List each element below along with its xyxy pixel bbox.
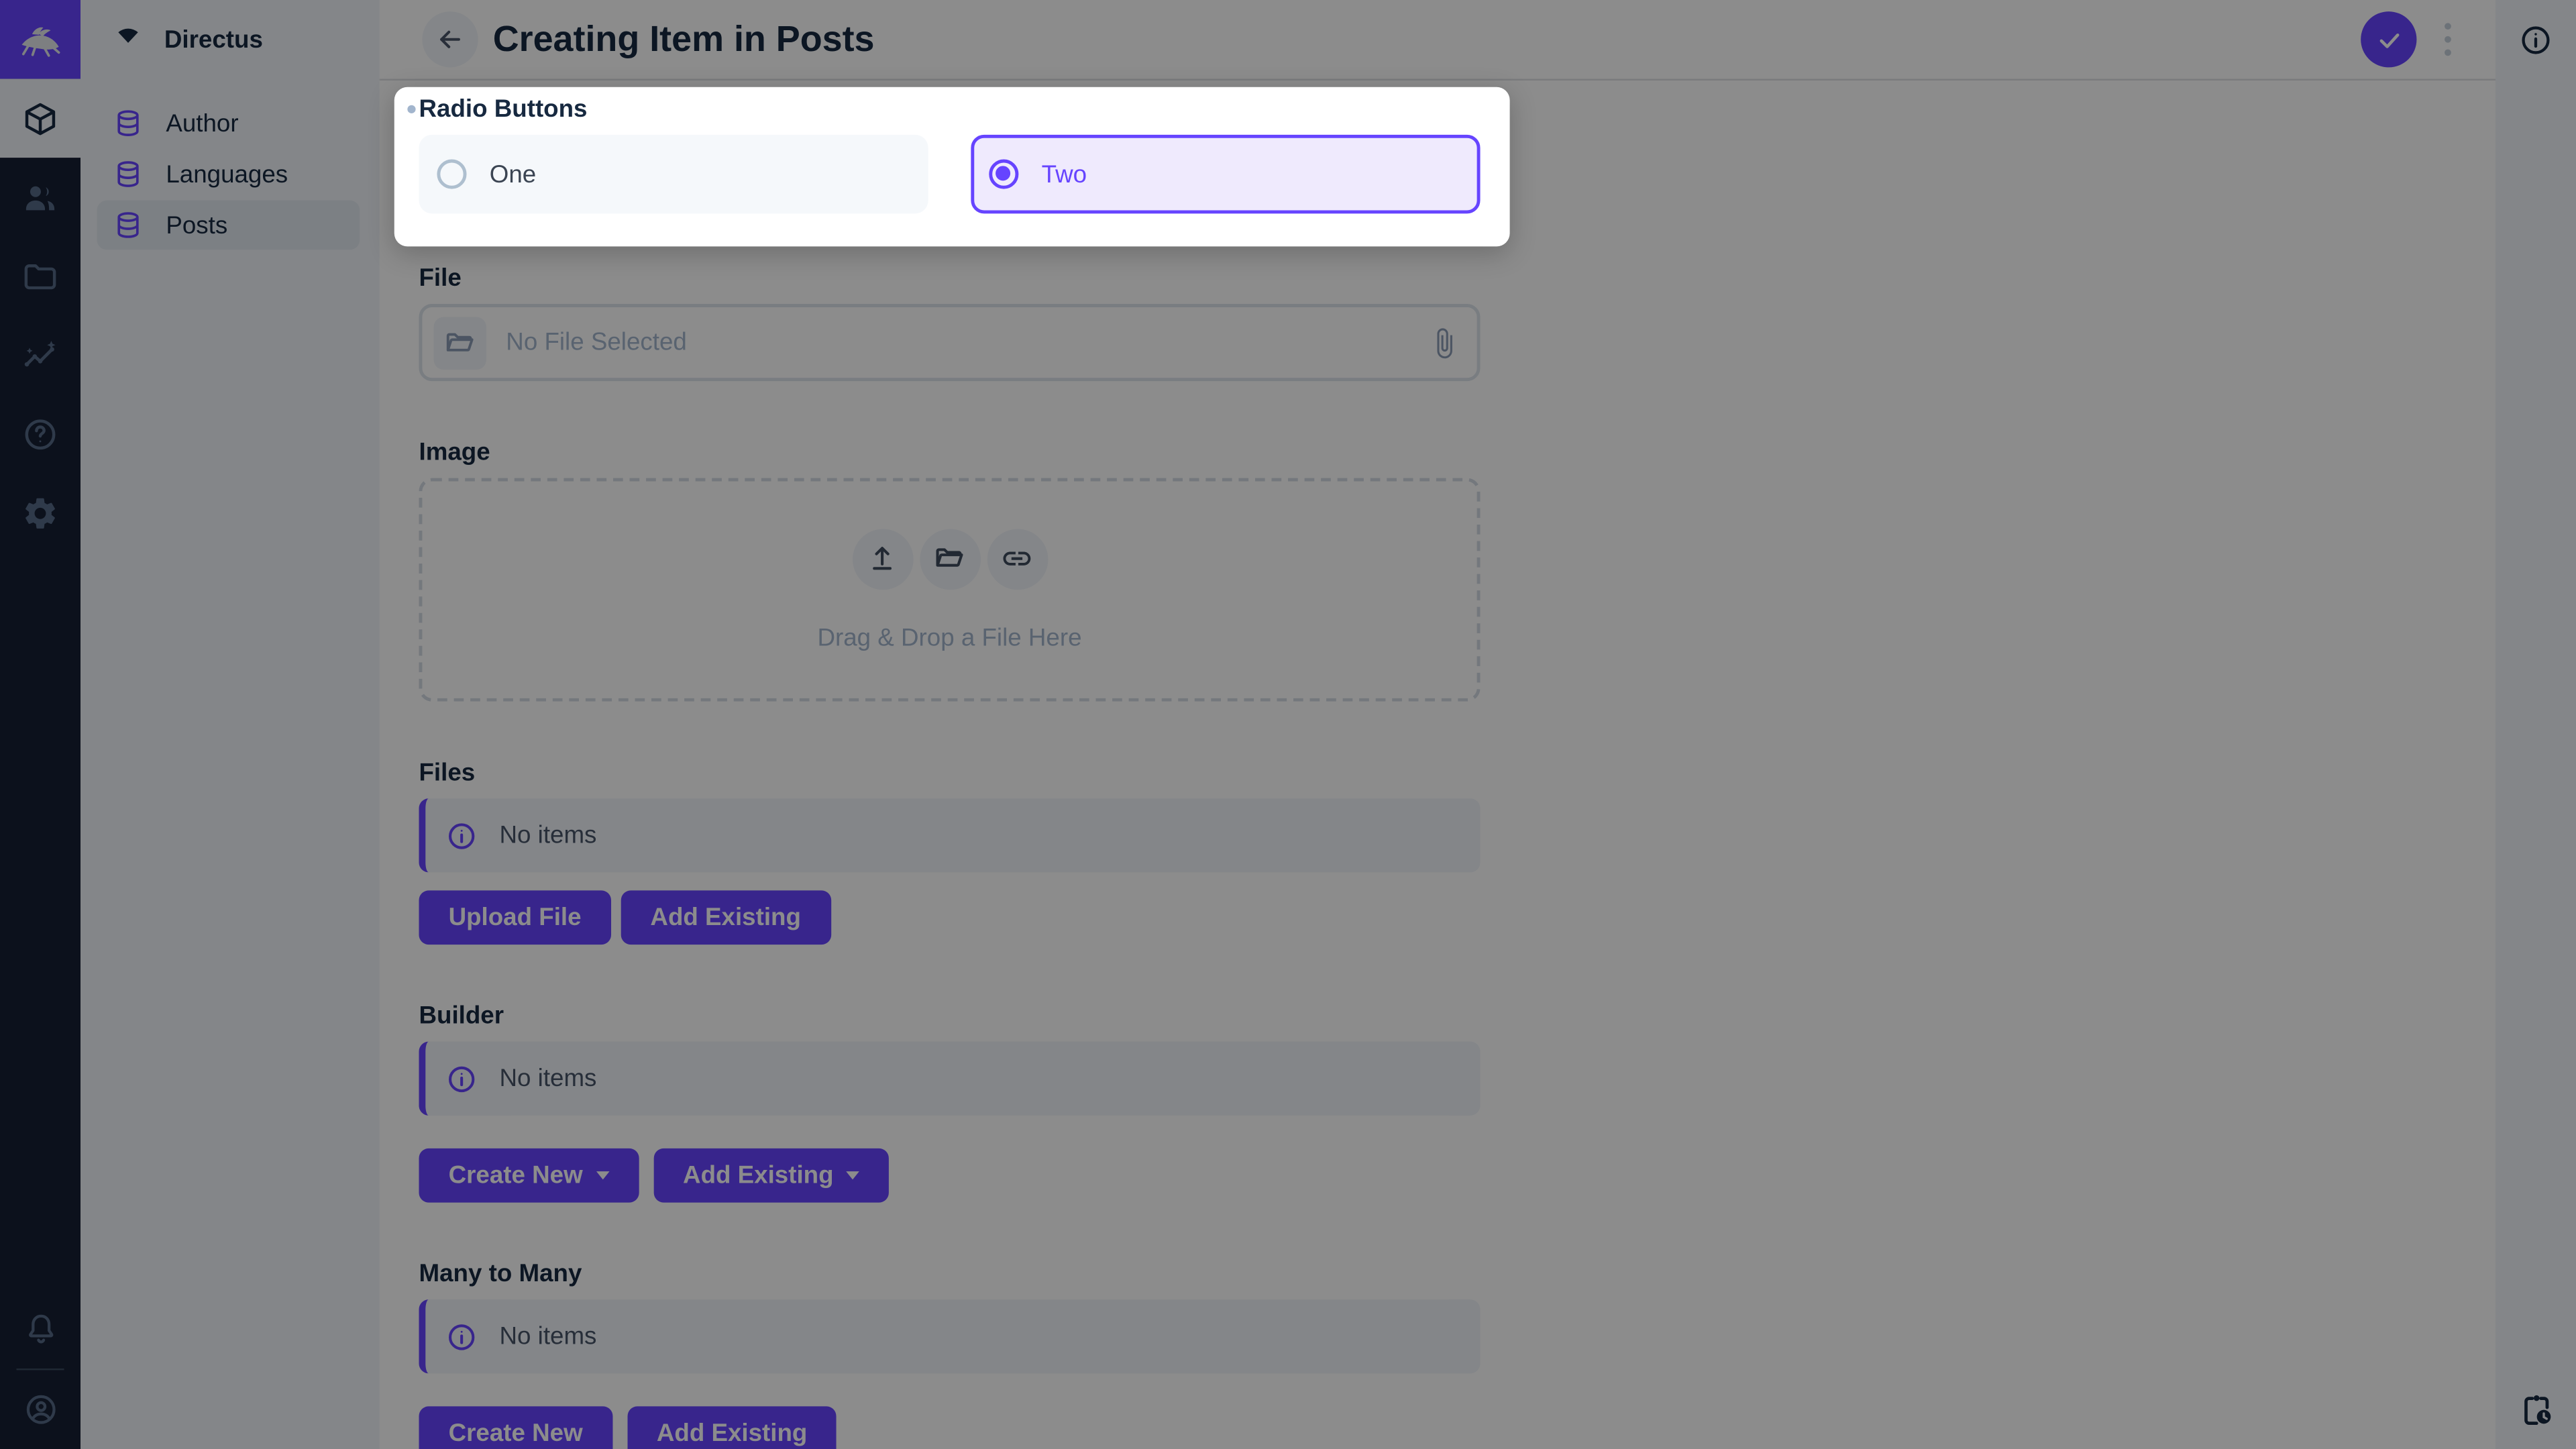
- radio-off-icon: [437, 160, 466, 189]
- radio-options: One Two: [419, 135, 1480, 214]
- radio-option-label: Two: [1042, 160, 1087, 189]
- field-label: Radio Buttons: [419, 97, 587, 123]
- radio-on-icon: [989, 160, 1018, 189]
- radio-buttons-field-popup: Radio Buttons One Two: [394, 87, 1510, 247]
- field-edited-dot: [407, 105, 415, 113]
- radio-option-two[interactable]: Two: [971, 135, 1480, 214]
- radio-option-one[interactable]: One: [419, 135, 928, 214]
- radio-option-label: One: [490, 160, 536, 189]
- screen: Directus Author L: [0, 0, 2576, 1449]
